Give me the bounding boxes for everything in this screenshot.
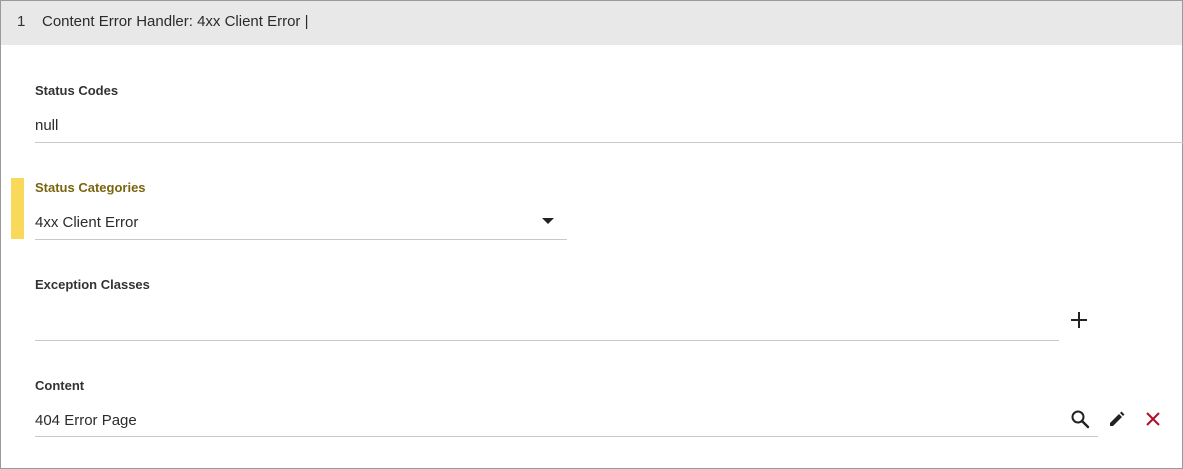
status-categories-label: Status Categories: [35, 180, 146, 195]
plus-icon[interactable]: [1067, 308, 1091, 332]
close-icon[interactable]: [1141, 407, 1165, 431]
caret-down-icon[interactable]: [542, 218, 554, 224]
status-categories-underline: [35, 239, 567, 240]
pencil-icon[interactable]: [1105, 407, 1129, 431]
exception-classes-underline: [35, 340, 1059, 341]
content-label: Content: [35, 378, 85, 393]
panel-header[interactable]: 1 Content Error Handler: 4xx Client Erro…: [1, 1, 1182, 45]
content-underline: [35, 436, 1098, 437]
search-icon[interactable]: [1068, 407, 1092, 431]
exception-classes-label: Exception Classes: [35, 277, 150, 292]
content-input[interactable]: 404 Error Page: [35, 412, 137, 429]
content-error-handler-panel: 1 Content Error Handler: 4xx Client Erro…: [0, 0, 1183, 469]
status-categories-select[interactable]: 4xx Client Error: [35, 214, 138, 231]
item-index: 1: [17, 13, 26, 30]
status-codes-label: Status Codes: [35, 83, 119, 98]
status-codes-underline: [35, 142, 1183, 143]
panel-title: Content Error Handler: 4xx Client Error …: [42, 13, 309, 30]
focus-indicator: [11, 178, 24, 239]
status-codes-input[interactable]: null: [35, 117, 58, 134]
